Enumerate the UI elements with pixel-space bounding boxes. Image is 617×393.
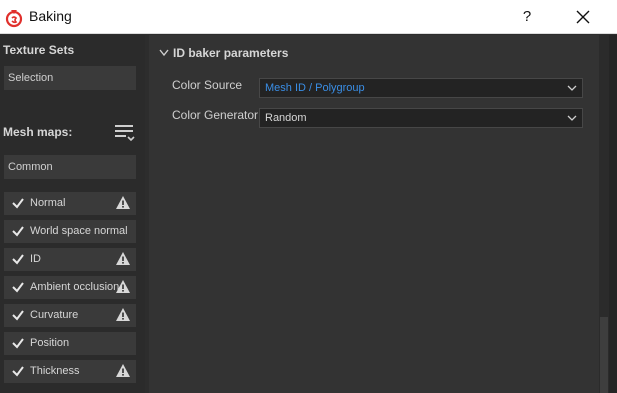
help-button[interactable]: ? <box>504 0 550 33</box>
title-bar: Baking ? <box>0 0 617 34</box>
list-options-icon[interactable] <box>114 123 136 143</box>
checkbox-checked-icon[interactable] <box>11 308 25 322</box>
color-generator-value: Random <box>265 112 307 124</box>
color-source-dropdown[interactable]: Mesh ID / Polygroup <box>259 78 583 98</box>
scrollbar[interactable] <box>599 35 609 393</box>
window-edge <box>609 35 617 393</box>
color-generator-label: Color Generator <box>172 108 259 122</box>
mesh-maps-label: Mesh maps: <box>3 125 73 139</box>
checkbox-checked-icon[interactable] <box>11 252 25 266</box>
sidebar: Texture Sets Selection Mesh maps: Common… <box>0 35 145 393</box>
close-button[interactable] <box>560 0 606 33</box>
mesh-map-label: World space normal <box>30 225 128 237</box>
mesh-map-item[interactable]: World space normal <box>4 220 136 243</box>
checkbox-checked-icon[interactable] <box>11 336 25 350</box>
warning-icon <box>116 308 130 321</box>
mesh-map-item[interactable]: ID <box>4 248 136 271</box>
window-title: Baking <box>29 8 72 24</box>
checkbox-checked-icon[interactable] <box>11 364 25 378</box>
warning-icon <box>116 364 130 377</box>
mesh-map-label: Thickness <box>30 365 80 377</box>
checkbox-checked-icon[interactable] <box>11 196 25 210</box>
mesh-map-label: Normal <box>30 197 66 209</box>
substance-painter-logo-icon <box>5 10 23 28</box>
mesh-map-label: Curvature <box>30 309 79 321</box>
color-generator-dropdown[interactable]: Random <box>259 108 583 128</box>
chevron-down-icon <box>567 115 577 121</box>
mesh-map-item[interactable]: Thickness <box>4 360 136 383</box>
mesh-map-item[interactable]: Curvature <box>4 304 136 327</box>
checkbox-checked-icon[interactable] <box>11 224 25 238</box>
parameters-panel: ID baker parameters Color Source Mesh ID… <box>149 35 599 393</box>
mesh-map-label: Position <box>30 337 70 349</box>
warning-icon <box>116 280 130 293</box>
color-source-value: Mesh ID / Polygroup <box>265 82 365 94</box>
section-title[interactable]: ID baker parameters <box>173 46 288 60</box>
mesh-map-label: Ambient occlusion <box>30 281 120 293</box>
texture-set-selection-field[interactable]: Selection <box>4 66 136 90</box>
warning-icon <box>116 252 130 265</box>
checkbox-checked-icon[interactable] <box>11 280 25 294</box>
scrollbar-thumb[interactable] <box>600 317 608 393</box>
mesh-map-item[interactable]: Normal <box>4 192 136 215</box>
chevron-down-icon <box>567 85 577 91</box>
texture-sets-label: Texture Sets <box>3 43 75 57</box>
chevron-down-icon[interactable] <box>159 49 169 57</box>
warning-icon <box>116 196 130 209</box>
color-source-label: Color Source <box>172 78 243 92</box>
mesh-map-item[interactable]: Ambient occlusion <box>4 276 136 299</box>
mesh-map-item[interactable]: Position <box>4 332 136 355</box>
mesh-map-label: ID <box>30 253 41 265</box>
close-icon <box>576 10 590 23</box>
common-field[interactable]: Common <box>4 155 136 179</box>
